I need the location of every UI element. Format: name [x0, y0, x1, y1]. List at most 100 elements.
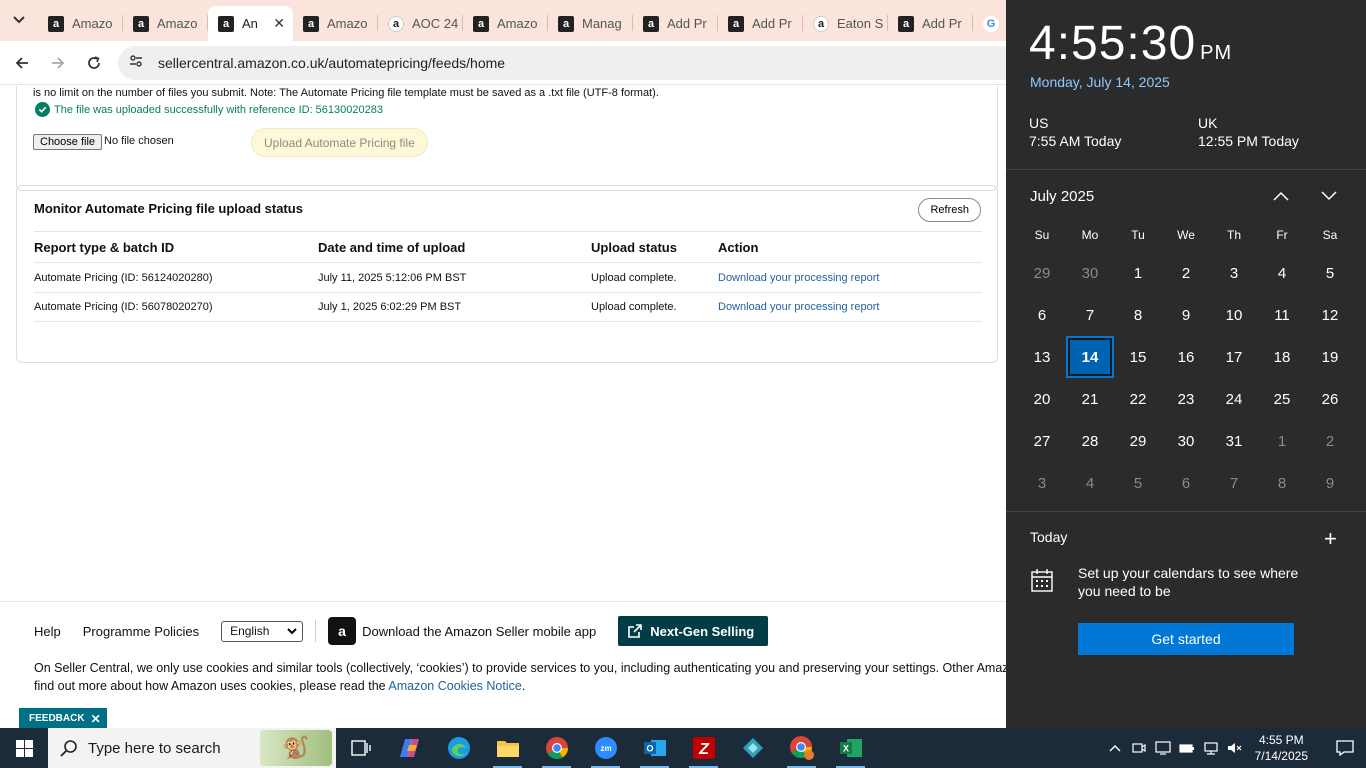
calendar-day[interactable]: 29 — [1114, 420, 1162, 462]
calendar-day[interactable]: 7 — [1066, 294, 1114, 336]
download-report-link[interactable]: Download your processing report — [718, 272, 982, 284]
task-view-icon[interactable] — [336, 728, 385, 768]
calendar-day[interactable]: 23 — [1162, 378, 1210, 420]
choose-file-button[interactable]: Choose file — [33, 134, 103, 150]
forward-icon[interactable] — [46, 51, 70, 75]
amazon-seller-app-icon[interactable]: a — [328, 617, 357, 645]
calendar-day[interactable]: 18 — [1258, 336, 1306, 378]
notification-center-icon[interactable] — [1324, 728, 1366, 768]
app-icon[interactable] — [728, 728, 777, 768]
calendar-day[interactable]: 19 — [1306, 336, 1354, 378]
file-explorer-icon[interactable] — [483, 728, 532, 768]
calendar-day[interactable]: 25 — [1258, 378, 1306, 420]
volume-muted-icon[interactable] — [1223, 741, 1247, 755]
calendar-day[interactable]: 1 — [1258, 420, 1306, 462]
get-started-button[interactable]: Get started — [1078, 623, 1294, 655]
calendar-day[interactable]: 16 — [1162, 336, 1210, 378]
taskbar-clock[interactable]: 4:55 PM 7/14/2025 — [1255, 732, 1308, 764]
calendar-day[interactable]: 3 — [1210, 252, 1258, 294]
network-icon[interactable] — [1199, 741, 1223, 755]
calendar-day[interactable]: 1 — [1114, 252, 1162, 294]
calendar-month-label[interactable]: July 2025 — [1030, 188, 1094, 205]
calendar-day[interactable]: 5 — [1306, 252, 1354, 294]
calendar-day[interactable]: 6 — [1018, 294, 1066, 336]
chevron-up-icon[interactable] — [1270, 186, 1292, 206]
calendar-day[interactable]: 9 — [1162, 294, 1210, 336]
calendar-day[interactable]: 31 — [1210, 420, 1258, 462]
calendar-day[interactable]: 29 — [1018, 252, 1066, 294]
calendar-day[interactable]: 4 — [1258, 252, 1306, 294]
address-bar[interactable]: sellercentral.amazon.co.uk/automateprici… — [118, 46, 1018, 80]
browser-tab[interactable]: a Amazo — [123, 6, 208, 41]
chrome-profile-icon[interactable] — [777, 728, 826, 768]
calendar-day[interactable]: 10 — [1210, 294, 1258, 336]
battery-icon[interactable] — [1175, 742, 1199, 754]
browser-tab[interactable]: a An ✕ — [208, 6, 293, 41]
calendar-day[interactable]: 24 — [1210, 378, 1258, 420]
calendar-day[interactable]: 30 — [1066, 252, 1114, 294]
calendar-day[interactable]: 22 — [1114, 378, 1162, 420]
calendar-day[interactable]: 12 — [1306, 294, 1354, 336]
calendar-day[interactable]: 3 — [1018, 462, 1066, 504]
calendar-day[interactable]: 26 — [1306, 378, 1354, 420]
programme-policies-link[interactable]: Programme Policies — [83, 624, 199, 639]
site-info-icon[interactable] — [128, 53, 144, 74]
calendar-day[interactable]: 7 — [1210, 462, 1258, 504]
search-highlight-image[interactable]: 🐒 — [260, 730, 332, 766]
browser-tab[interactable]: a Add Pr — [633, 6, 718, 41]
next-gen-selling-button[interactable]: Next-Gen Selling — [618, 616, 769, 646]
meet-now-icon[interactable] — [1127, 741, 1151, 755]
excel-icon[interactable]: X — [826, 728, 875, 768]
calendar-day-today[interactable]: 14 — [1066, 336, 1114, 378]
browser-tab[interactable]: a Add Pr — [718, 6, 803, 41]
chrome-icon[interactable] — [532, 728, 581, 768]
seller-app-link[interactable]: Download the Amazon Seller mobile app — [362, 624, 596, 639]
browser-tab[interactable]: a Amazo — [463, 6, 548, 41]
calendar-day[interactable]: 21 — [1066, 378, 1114, 420]
calendar-day[interactable]: 8 — [1114, 294, 1162, 336]
calendar-day[interactable]: 15 — [1114, 336, 1162, 378]
add-event-icon[interactable]: + — [1324, 526, 1337, 552]
calendar-day[interactable]: 9 — [1306, 462, 1354, 504]
calendar-day[interactable]: 27 — [1018, 420, 1066, 462]
calendar-day[interactable]: 4 — [1066, 462, 1114, 504]
url-text[interactable]: sellercentral.amazon.co.uk/automateprici… — [158, 55, 505, 71]
browser-tab[interactable]: a Amazo — [293, 6, 378, 41]
flyout-date-link[interactable]: Monday, July 14, 2025 — [1030, 74, 1170, 90]
calendar-day[interactable]: 5 — [1114, 462, 1162, 504]
language-select[interactable]: English — [221, 620, 304, 642]
feedback-button[interactable]: FEEDBACK ✕ — [19, 708, 107, 729]
calendar-day[interactable]: 20 — [1018, 378, 1066, 420]
calendar-day[interactable]: 8 — [1258, 462, 1306, 504]
windows-start-icon[interactable] — [0, 728, 48, 768]
upload-automate-pricing-button[interactable]: Upload Automate Pricing file — [251, 128, 428, 157]
calendar-day[interactable]: 11 — [1258, 294, 1306, 336]
browser-tab[interactable]: a Add Pr — [888, 6, 973, 41]
browser-tab[interactable]: G — [973, 6, 1006, 41]
help-link[interactable]: Help — [34, 624, 61, 639]
back-icon[interactable] — [10, 51, 34, 75]
taskbar-search-box[interactable]: Type here to search 🐒 — [48, 728, 336, 768]
display-icon[interactable] — [1151, 741, 1175, 755]
calendar-day[interactable]: 2 — [1162, 252, 1210, 294]
calendar-day[interactable]: 13 — [1018, 336, 1066, 378]
browser-tab[interactable]: a AOC 24 — [378, 6, 463, 41]
browser-tab[interactable]: a Amazo — [38, 6, 123, 41]
filezilla-icon[interactable]: Z — [679, 728, 728, 768]
download-report-link[interactable]: Download your processing report — [718, 301, 982, 313]
calendar-day[interactable]: 30 — [1162, 420, 1210, 462]
edge-icon[interactable] — [434, 728, 483, 768]
reload-icon[interactable] — [82, 51, 106, 75]
close-tab-icon[interactable]: ✕ — [273, 15, 285, 32]
tab-search-icon[interactable] — [6, 8, 32, 32]
refresh-button[interactable]: Refresh — [918, 198, 981, 222]
chevron-up-icon[interactable] — [1103, 744, 1127, 752]
browser-tab[interactable]: a Manag — [548, 6, 633, 41]
cookies-notice-link[interactable]: Amazon Cookies Notice — [388, 679, 521, 693]
calendar-day[interactable]: 6 — [1162, 462, 1210, 504]
outlook-icon[interactable]: O — [630, 728, 679, 768]
close-icon[interactable]: ✕ — [91, 712, 101, 726]
browser-tab[interactable]: a Eaton S — [803, 6, 888, 41]
calendar-day[interactable]: 2 — [1306, 420, 1354, 462]
calendar-day[interactable]: 17 — [1210, 336, 1258, 378]
